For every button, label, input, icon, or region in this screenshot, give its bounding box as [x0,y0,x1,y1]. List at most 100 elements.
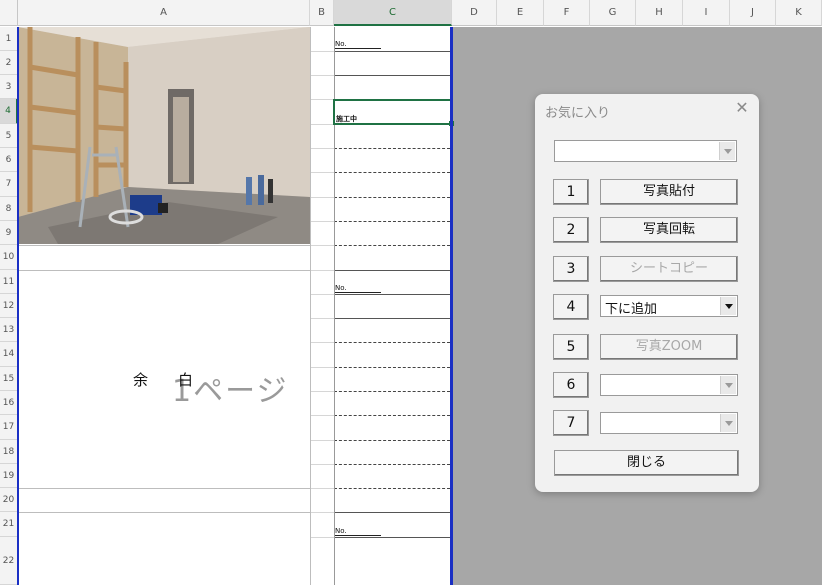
chevron-down-icon[interactable] [719,142,735,160]
row-header-9[interactable]: 9 [0,221,18,245]
column-header-label: A [160,7,167,18]
select-all-corner[interactable] [0,0,18,26]
section-gridline [18,488,310,489]
row-gridline [310,464,334,465]
selected-cell-c4[interactable] [333,99,453,125]
page-break-line [450,27,453,585]
row-gridline [334,172,450,173]
row-gridline [310,537,334,538]
row-gridline [334,367,450,368]
row-header-8[interactable]: 8 [0,197,18,221]
row-gridline [310,342,334,343]
column-header-label: H [655,7,663,18]
row-gridline [310,172,334,173]
sheet-copy-button[interactable]: シートコピー [600,256,738,282]
row-header-4[interactable]: 4 [0,99,18,124]
row-header-18[interactable]: 18 [0,440,18,464]
column-header-label: I [704,7,708,18]
slot-5-button[interactable]: 5 [553,334,589,360]
dialog-title: お気に入り [545,106,611,121]
column-header-d[interactable]: D [452,0,497,26]
row-gridline [310,197,334,198]
column-header-k[interactable]: K [776,0,822,26]
margin-text-left: 余 [133,371,149,389]
row-gridline [334,464,450,465]
add-below-value: 下に追加 [605,302,658,317]
favorites-select[interactable] [554,140,737,162]
row-header-1[interactable]: 1 [0,27,18,51]
column-header-j[interactable]: J [730,0,776,26]
slot-6-button[interactable]: 6 [553,372,589,398]
no-label-1: No. [335,40,381,49]
column-header-label: E [516,7,524,18]
row-gridline [310,221,334,222]
row-header-5[interactable]: 5 [0,124,18,148]
row-header-14[interactable]: 14 [0,342,18,367]
no-label-2: No. [335,284,381,293]
row-gridline [310,294,334,295]
row-gridline [334,245,450,246]
column-header-label: K [795,7,802,18]
slot-6-select[interactable] [600,374,738,396]
row-gridline [334,318,450,319]
row-header-16[interactable]: 16 [0,391,18,415]
row-header-15[interactable]: 15 [0,367,18,391]
construction-photo[interactable] [18,27,310,244]
row-gridline [334,391,450,392]
row-header-17[interactable]: 17 [0,415,18,440]
slot-4-button[interactable]: 4 [553,294,589,320]
row-header-2[interactable]: 2 [0,51,18,75]
row-gridline [334,294,450,295]
row-header-22[interactable]: 22 [0,537,18,585]
column-gridline [310,27,311,585]
row-header-21[interactable]: 21 [0,512,18,537]
chevron-down-icon[interactable] [720,297,736,315]
column-header-label: G [608,7,617,18]
column-header-h[interactable]: H [636,0,683,26]
row-gridline [334,75,450,76]
row-header-10[interactable]: 10 [0,245,18,270]
slot-7-select[interactable] [600,412,738,434]
row-header-19[interactable]: 19 [0,464,18,488]
row-gridline [310,245,334,246]
row-gridline [334,512,450,513]
column-header-e[interactable]: E [497,0,544,26]
favorites-dialog: お気に入り ✕ 1 写真貼付 2 写真回転 3 シートコピー 4 下に追加 5 … [535,94,759,492]
column-header-label: F [563,7,570,18]
excel-window: A B C D E F G H I J K 1 2 3 4 5 6 7 8 9 10 11 12 13 1… [0,0,822,585]
column-header-g[interactable]: G [590,0,636,26]
section-gridline [18,245,310,246]
close-button[interactable]: 閉じる [554,450,739,476]
section-gridline [18,512,310,513]
chevron-down-icon[interactable] [720,414,736,432]
slot-2-button[interactable]: 2 [553,217,589,243]
row-gridline [310,148,334,149]
row-gridline [310,75,334,76]
slot-3-button[interactable]: 3 [553,256,589,282]
add-below-select[interactable]: 下に追加 [600,295,738,317]
close-icon[interactable]: ✕ [734,100,750,116]
column-header-b[interactable]: B [310,0,334,26]
row-gridline [310,367,334,368]
row-gridline [310,99,334,100]
row-header-13[interactable]: 13 [0,318,18,342]
column-header-f[interactable]: F [544,0,590,26]
margin-text-right: 白 [178,371,194,389]
row-header-20[interactable]: 20 [0,488,18,512]
column-header-label: D [470,7,478,18]
rotate-photo-button[interactable]: 写真回転 [600,217,738,243]
row-header-3[interactable]: 3 [0,75,18,99]
photo-zoom-button[interactable]: 写真ZOOM [600,334,738,360]
row-header-6[interactable]: 6 [0,148,18,172]
chevron-down-icon[interactable] [720,376,736,394]
column-header-c[interactable]: C [334,0,452,26]
paste-photo-button[interactable]: 写真貼付 [600,179,738,205]
row-gridline [334,440,450,441]
row-header-11[interactable]: 11 [0,270,18,294]
row-header-7[interactable]: 7 [0,172,18,197]
row-header-12[interactable]: 12 [0,294,18,318]
column-header-i[interactable]: I [683,0,730,26]
slot-1-button[interactable]: 1 [553,179,589,205]
slot-7-button[interactable]: 7 [553,410,589,436]
column-header-a[interactable]: A [18,0,310,26]
